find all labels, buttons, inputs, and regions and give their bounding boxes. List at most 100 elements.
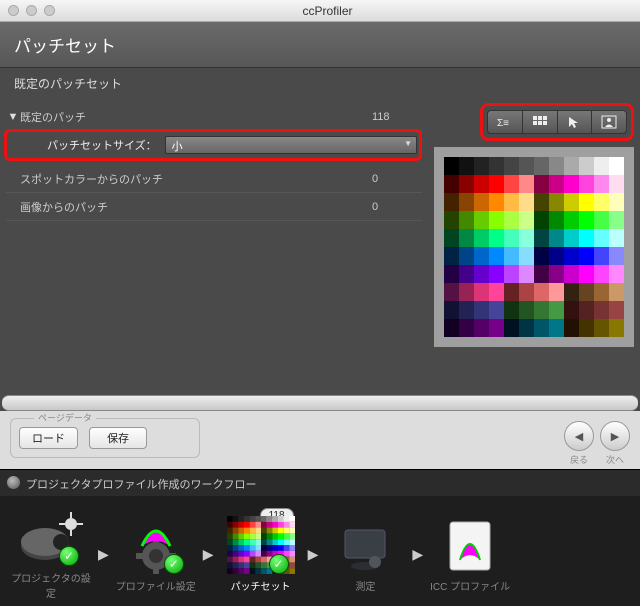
chevron-right-icon: ▶ [412, 546, 423, 563]
swatch [564, 157, 579, 175]
row-spot-color[interactable]: スポットカラーからのパッチ 0 [6, 165, 422, 193]
svg-text:Σ≡: Σ≡ [497, 118, 509, 129]
swatch [504, 301, 519, 319]
swatch [609, 265, 624, 283]
swatch [504, 193, 519, 211]
save-button[interactable]: 保存 [89, 427, 147, 449]
swatch [534, 229, 549, 247]
swatch [564, 175, 579, 193]
swatch [504, 175, 519, 193]
swatch [504, 265, 519, 283]
swatch [594, 247, 609, 265]
swatch [519, 301, 534, 319]
swatch [534, 283, 549, 301]
swatch [549, 319, 564, 337]
next-button[interactable]: ▶ [600, 421, 630, 451]
swatch [609, 193, 624, 211]
swatch [444, 301, 459, 319]
swatch [474, 229, 489, 247]
swatch [489, 265, 504, 283]
swatch [489, 175, 504, 193]
swatch-grid [444, 157, 624, 337]
swatch [519, 229, 534, 247]
swatch [579, 319, 594, 337]
swatch [444, 319, 459, 337]
icc-profile-icon [436, 516, 504, 574]
swatch [489, 193, 504, 211]
step-label: ICC プロファイル [427, 578, 513, 593]
swatch [579, 175, 594, 193]
swatch [489, 211, 504, 229]
swatch [459, 247, 474, 265]
row-label: 既定のパッチ [20, 109, 372, 125]
row-default-patch[interactable]: ▼ 既定のパッチ 118 [6, 103, 422, 131]
view-mode-segmented[interactable]: Σ≡ [487, 110, 627, 134]
group-label: ページデータ [34, 411, 96, 424]
step-icc-profile[interactable]: ICC プロファイル [427, 516, 513, 593]
swatch [459, 193, 474, 211]
swatch [609, 211, 624, 229]
split-divider[interactable] [2, 395, 638, 411]
swatch [594, 211, 609, 229]
row-value: 0 [372, 173, 422, 185]
patchset-size-dropdown[interactable]: 小 [165, 136, 417, 154]
patch-preview [434, 147, 634, 347]
disclosure-triangle-icon[interactable]: ▼ [6, 111, 20, 123]
swatch [594, 283, 609, 301]
swatch [489, 229, 504, 247]
back-button[interactable]: ◀ [564, 421, 594, 451]
swatch [489, 157, 504, 175]
view-person-button[interactable] [592, 111, 626, 133]
swatch [474, 247, 489, 265]
projector-icon: ✓ [17, 508, 85, 566]
swatch [579, 265, 594, 283]
swatch [519, 157, 534, 175]
chevron-right-icon: ▶ [308, 546, 319, 563]
step-projector-settings[interactable]: ✓ プロジェクタの設定 [8, 508, 94, 600]
swatch [609, 229, 624, 247]
swatch [444, 265, 459, 283]
swatch [609, 319, 624, 337]
swatch [594, 265, 609, 283]
step-label: プロファイル設定 [113, 578, 199, 593]
view-cursor-button[interactable] [558, 111, 593, 133]
swatch [474, 301, 489, 319]
step-patchset[interactable]: 118 ✓ パッチセット [218, 516, 304, 593]
swatch [474, 157, 489, 175]
swatch [444, 229, 459, 247]
swatch [474, 175, 489, 193]
swatch [504, 157, 519, 175]
swatch [594, 193, 609, 211]
row-label: 画像からのパッチ [20, 199, 372, 215]
swatch [504, 211, 519, 229]
view-mode-highlight: Σ≡ [480, 103, 634, 141]
swatch [459, 301, 474, 319]
load-button[interactable]: ロード [19, 427, 78, 449]
swatch [519, 211, 534, 229]
swatch [549, 283, 564, 301]
swatch [549, 193, 564, 211]
swatch [474, 211, 489, 229]
view-grid-button[interactable] [523, 111, 558, 133]
page-data-bar: ページデータ ロード 保存 ◀ ▶ 戻る 次へ [0, 411, 640, 469]
step-measure[interactable]: 測定 [322, 516, 408, 593]
row-image-patch[interactable]: 画像からのパッチ 0 [6, 193, 422, 221]
view-list-sigma-button[interactable]: Σ≡ [488, 111, 523, 133]
swatch [474, 193, 489, 211]
swatch [609, 301, 624, 319]
swatch [534, 175, 549, 193]
swatch [549, 265, 564, 283]
row-value: 0 [372, 201, 422, 213]
swatch [444, 157, 459, 175]
swatch [549, 247, 564, 265]
swatch [609, 175, 624, 193]
swatch [504, 247, 519, 265]
swatch [594, 175, 609, 193]
swatch [534, 247, 549, 265]
swatch [519, 283, 534, 301]
swatch [534, 265, 549, 283]
swatch [519, 175, 534, 193]
swatch [519, 319, 534, 337]
step-profile-settings[interactable]: ✓ プロファイル設定 [113, 516, 199, 593]
swatch [504, 283, 519, 301]
